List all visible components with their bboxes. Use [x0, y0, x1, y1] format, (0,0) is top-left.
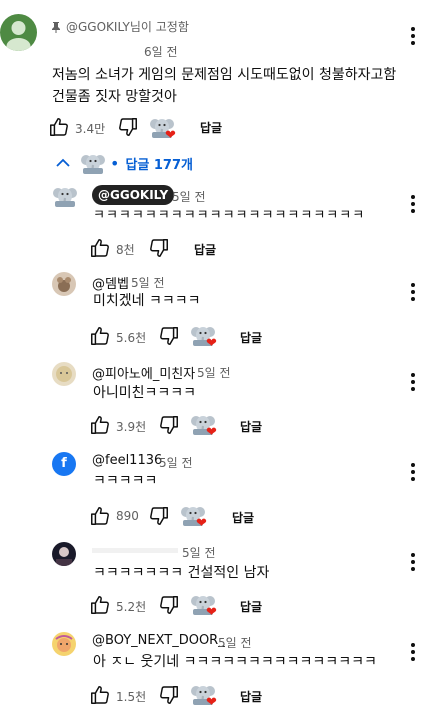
thumbs-up-icon[interactable] — [89, 414, 111, 436]
reply-button[interactable]: 답글 — [194, 241, 216, 258]
facebook-f-icon: f — [61, 456, 67, 471]
heart-icon: ❤ — [206, 695, 217, 710]
creator-heart: ❤ — [149, 114, 177, 143]
comment-text: 아 ㅈㄴ 웃기네 ㅋㅋㅋㅋㅋㅋㅋㅋㅋㅋㅋㅋㅋㅋㅋ — [93, 654, 377, 670]
reply-button[interactable]: 답글 — [232, 509, 254, 526]
avatar[interactable] — [52, 362, 76, 386]
avatar[interactable] — [0, 14, 37, 51]
comment-time[interactable]: 6일 전 — [144, 43, 178, 60]
like-count: 890 — [116, 509, 139, 523]
avatar-image-icon — [55, 635, 73, 652]
replies-toggle[interactable]: • 답글 177개 — [56, 150, 193, 176]
heart-icon: ❤ — [196, 516, 207, 531]
comment-time[interactable]: 5일 전 — [218, 634, 252, 651]
author-name-owner-badge[interactable]: @GGOKILY — [92, 185, 175, 205]
comment-time[interactable]: 5일 전 — [197, 364, 231, 381]
avatar[interactable] — [52, 183, 78, 209]
comment-text: 미치겠네 ㅋㅋㅋㅋ — [93, 293, 201, 309]
heart-icon: ❤ — [165, 128, 176, 143]
thumbs-up-icon[interactable] — [89, 325, 111, 347]
like-count: 5.6천 — [116, 331, 147, 345]
thumbs-up-icon[interactable] — [89, 684, 111, 706]
more-vert-icon[interactable] — [411, 27, 415, 45]
creator-heart: ❤ — [190, 591, 218, 620]
like-count: 3.4만 — [75, 122, 106, 136]
more-vert-icon[interactable] — [411, 463, 415, 481]
dot-separator: • — [110, 153, 120, 173]
avatar[interactable]: f — [52, 452, 76, 476]
comment-time[interactable]: 5일 전 — [172, 188, 206, 205]
thumbs-down-icon[interactable] — [158, 414, 180, 436]
reply-button[interactable]: 답글 — [240, 329, 262, 346]
thumbs-up-icon[interactable] — [89, 237, 111, 259]
more-vert-icon[interactable] — [411, 553, 415, 571]
like-count: 1.5천 — [116, 690, 147, 704]
comment-text: ㅋㅋㅋㅋㅋㅋㅋㅋㅋㅋㅋㅋㅋㅋㅋㅋㅋㅋㅋㅋㅋ — [93, 208, 366, 223]
thumbs-up-icon[interactable] — [48, 116, 70, 138]
avatar-image-icon — [56, 366, 72, 382]
heart-icon: ❤ — [206, 605, 217, 620]
comment-time[interactable]: 5일 전 — [131, 274, 165, 291]
avatar-image-icon — [57, 277, 71, 292]
more-vert-icon[interactable] — [411, 195, 415, 213]
replies-count-label: 답글 177개 — [125, 157, 193, 173]
thumbs-down-icon[interactable] — [158, 594, 180, 616]
reply-button[interactable]: 답글 — [240, 598, 262, 615]
pinned-label-row: @GGOKILY님이 고정함 — [50, 18, 189, 35]
author-name[interactable]: @BOY_NEXT_DOOR_ — [92, 633, 225, 648]
like-count: 3.9천 — [116, 420, 147, 434]
more-vert-icon[interactable] — [411, 373, 415, 391]
creator-heart: ❤ — [190, 681, 218, 710]
comment-text: ㅋㅋㅋㅋㅋ — [93, 473, 158, 489]
creator-heart: ❤ — [190, 411, 218, 440]
reply-button[interactable]: 답글 — [240, 418, 262, 435]
default-avatar-icon — [6, 21, 31, 51]
pinned-by-text: @GGOKILY님이 고정함 — [66, 20, 189, 34]
thumbs-down-icon[interactable] — [148, 237, 170, 259]
more-vert-icon[interactable] — [411, 643, 415, 661]
like-count: 5.2천 — [116, 600, 147, 614]
thumbs-down-icon[interactable] — [148, 505, 170, 527]
pin-icon — [52, 21, 60, 33]
comment-text-line2: 건물좀 짓자 망할것아 — [52, 89, 177, 105]
like-count: 8천 — [116, 243, 135, 257]
thumbs-up-icon[interactable] — [89, 505, 111, 527]
comment-text: 저놈의 소녀가 게임의 문제점임 시도때도없이 청불하자고함 — [52, 67, 397, 83]
heart-icon: ❤ — [206, 425, 217, 440]
creator-heart: ❤ — [180, 502, 208, 531]
reply-button[interactable]: 답글 — [200, 119, 222, 136]
creator-heart: ❤ — [190, 322, 218, 351]
heart-icon: ❤ — [206, 336, 217, 351]
author-name-redacted[interactable] — [92, 548, 178, 553]
author-name[interactable]: @feel1136 — [92, 453, 162, 468]
chevron-up-icon — [56, 158, 70, 167]
avatar[interactable] — [52, 272, 76, 296]
thumbs-down-icon[interactable] — [158, 325, 180, 347]
avatar-image-icon — [56, 547, 72, 566]
more-vert-icon[interactable] — [411, 283, 415, 301]
comment-text: 아니미친ㅋㅋㅋㅋ — [93, 385, 197, 401]
thumbs-down-icon[interactable] — [117, 116, 139, 138]
avatar[interactable] — [52, 632, 76, 656]
thumbs-down-icon[interactable] — [158, 684, 180, 706]
thumbs-up-icon[interactable] — [89, 594, 111, 616]
comment-time[interactable]: 5일 전 — [159, 454, 193, 471]
creator-avatar-icon — [80, 150, 106, 176]
comment-text: ㅋㅋㅋㅋㅋㅋㅋ 건설적인 남자 — [93, 565, 270, 581]
avatar[interactable] — [52, 542, 76, 566]
author-name[interactable]: @피아노에_미친자 — [92, 363, 195, 382]
comment-time[interactable]: 5일 전 — [182, 544, 216, 561]
reply-button[interactable]: 답글 — [240, 688, 262, 705]
